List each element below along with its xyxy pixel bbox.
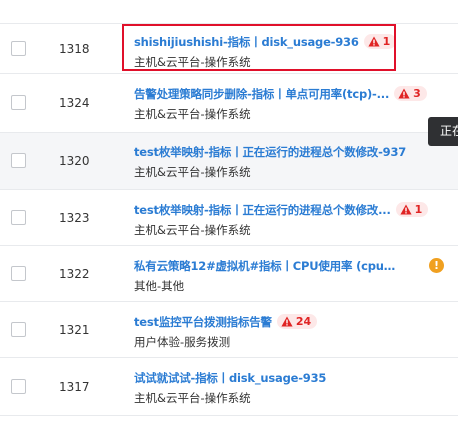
alert-count: 3 [413, 87, 421, 100]
strategy-table: 1318 shishijiushishi-指标丨disk_usage-936 1… [0, 0, 458, 416]
strategy-category: 主机&云平台-操作系统 [134, 107, 251, 121]
strategy-id: 1323 [59, 210, 90, 225]
strategy-name-cell: 告警处理策略同步删除-指标丨单点可用率(tcp)-... 3 主机&云平台-操作… [134, 85, 427, 121]
warning-icon[interactable]: ! [429, 258, 444, 273]
row-checkbox[interactable] [11, 153, 26, 168]
row-checkbox[interactable] [11, 40, 26, 56]
strategy-id: 1318 [59, 41, 90, 56]
row-checkbox[interactable] [11, 321, 26, 337]
alert-triangle-icon [400, 204, 412, 215]
strategy-name-link[interactable]: shishijiushishi-指标丨disk_usage-936 [134, 34, 359, 50]
row-checkbox[interactable] [11, 265, 26, 281]
strategy-name-link[interactable]: 告警处理策略同步删除-指标丨单点可用率(tcp)-... [134, 86, 389, 102]
strategy-name-cell: shishijiushishi-指标丨disk_usage-936 1 主机&云… [134, 33, 397, 69]
row-checkbox[interactable] [11, 95, 26, 110]
alert-count-badge[interactable]: 1 [363, 34, 397, 49]
alert-triangle-icon [281, 316, 293, 327]
alert-count-badge[interactable]: 1 [395, 202, 429, 217]
table-row[interactable]: 1318 shishijiushishi-指标丨disk_usage-936 1… [0, 24, 458, 74]
alert-count-badge[interactable]: 3 [394, 86, 427, 101]
strategy-id: 1322 [59, 266, 90, 281]
table-row[interactable]: 1317 试试就试试-指标丨disk_usage-935 主机&云平台-操作系统 [0, 358, 458, 416]
strategy-id: 1320 [59, 154, 90, 168]
alert-count: 1 [414, 203, 423, 216]
table-row-partial [0, 0, 458, 24]
strategy-category: 主机&云平台-操作系统 [134, 391, 251, 405]
alert-count-badge[interactable]: 24 [276, 314, 318, 329]
strategy-name-cell: 试试就试试-指标丨disk_usage-935 主机&云平台-操作系统 [134, 369, 326, 406]
strategy-category: 主机&云平台-操作系统 [134, 55, 251, 69]
strategy-id: 1324 [59, 96, 90, 110]
strategy-id: 1317 [59, 379, 90, 394]
alert-triangle-icon [368, 36, 380, 47]
alert-count: 24 [295, 315, 312, 328]
alert-triangle-icon [398, 88, 410, 99]
strategy-name-link[interactable]: 试试就试试-指标丨disk_usage-935 [134, 370, 326, 386]
row-checkbox[interactable] [11, 378, 26, 394]
strategy-name-cell: test枚举映射-指标丨正在运行的进程总个数修改... 1 主机&云平台-操作系… [134, 201, 429, 237]
strategy-name-link[interactable]: test枚举映射-指标丨正在运行的进程总个数修改... [134, 202, 391, 218]
strategy-name-link[interactable]: 私有云策略12#虚拟机#指标丨CPU使用率 (cpu_usa... [134, 258, 396, 274]
strategy-name-cell: 私有云策略12#虚拟机#指标丨CPU使用率 (cpu_usa... 其他-其他 [134, 257, 396, 294]
table-row[interactable]: 1324 告警处理策略同步删除-指标丨单点可用率(tcp)-... 3 主机&云… [0, 74, 458, 133]
table-row[interactable]: 1323 test枚举映射-指标丨正在运行的进程总个数修改... 1 主机&云平… [0, 190, 458, 246]
strategy-category: 主机&云平台-操作系统 [134, 165, 251, 179]
strategy-name-link[interactable]: test枚举映射-指标丨正在运行的进程总个数修改-937 [134, 144, 406, 160]
strategy-category: 主机&云平台-操作系统 [134, 223, 251, 237]
strategy-name-link[interactable]: test监控平台拨测指标告警 [134, 314, 272, 330]
table-row[interactable]: 1321 test监控平台拨测指标告警 24 用户体验-服务拨测 [0, 302, 458, 358]
strategy-id: 1321 [59, 322, 90, 337]
alert-count: 1 [382, 35, 391, 48]
strategy-name-cell: test枚举映射-指标丨正在运行的进程总个数修改-937 主机&云平台-操作系统 [134, 143, 406, 180]
strategy-category: 其他-其他 [134, 279, 185, 293]
table-row[interactable]: 1322 私有云策略12#虚拟机#指标丨CPU使用率 (cpu_usa... 其… [0, 246, 458, 302]
strategy-category: 用户体验-服务拨测 [134, 335, 231, 349]
row-checkbox[interactable] [11, 209, 26, 225]
tooltip: 正在 [428, 117, 458, 146]
table-row[interactable]: 1320 test枚举映射-指标丨正在运行的进程总个数修改-937 主机&云平台… [0, 133, 458, 190]
strategy-name-cell: test监控平台拨测指标告警 24 用户体验-服务拨测 [134, 313, 318, 349]
